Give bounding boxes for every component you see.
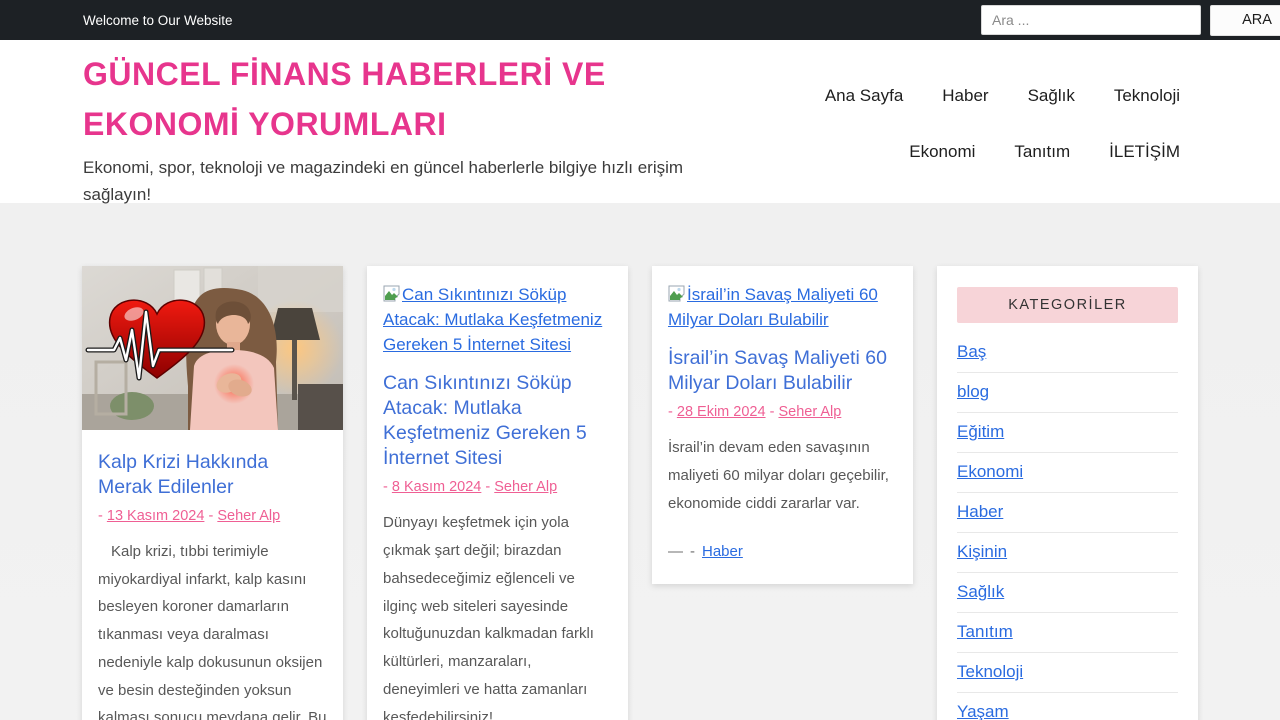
search-form: ARA: [981, 4, 1280, 36]
category-link[interactable]: Ekonomi: [957, 462, 1023, 481]
category-item: Teknoloji: [957, 653, 1178, 693]
meta-dash: -: [208, 507, 214, 524]
topbar: Welcome to Our Website ARA: [0, 0, 1280, 40]
post-meta: - 8 Kasım 2024 - Seher Alp: [383, 479, 612, 495]
welcome-text: Welcome to Our Website: [83, 12, 233, 28]
post-title-link[interactable]: Can Sıkıntınızı Söküp Atacak: Mutlaka Ke…: [383, 371, 612, 471]
search-input[interactable]: [981, 5, 1201, 35]
post-date-link[interactable]: 13 Kasım 2024: [107, 508, 205, 524]
nav-item[interactable]: Tanıtım: [1014, 142, 1070, 162]
post-excerpt: Kalp krizi, tıbbi terimiyle miyokardiyal…: [98, 542, 327, 720]
meta-dash: -: [668, 404, 673, 421]
category-link[interactable]: Haber: [957, 502, 1003, 521]
post-excerpt: Dünyayı keşfetmek için yola çıkmak şart …: [383, 514, 594, 720]
post-author-link[interactable]: Seher Alp: [494, 479, 557, 495]
category-item: Haber: [957, 493, 1178, 533]
post-excerpt: İsrail’in devam eden savaşının maliyeti …: [668, 439, 889, 512]
post-category-link[interactable]: Haber: [702, 543, 743, 560]
article-card-kalp-krizi: Kalp Krizi Hakkında Merak Edilenler - 13…: [82, 266, 343, 720]
category-link[interactable]: Baş: [957, 342, 986, 361]
footer-separator: -: [690, 543, 695, 561]
category-item: Yaşam: [957, 693, 1178, 720]
nav-item[interactable]: Ana Sayfa: [825, 86, 903, 106]
category-item: blog: [957, 373, 1178, 413]
post-author-link[interactable]: Seher Alp: [778, 404, 841, 420]
categories-widget-title: KATEGORİLER: [957, 287, 1178, 323]
site-title-line2: EKONOMİ YORUMLARI: [83, 105, 447, 142]
meta-dash: -: [485, 479, 491, 496]
category-item: Ekonomi: [957, 453, 1178, 493]
site-title-line1: GÜNCEL FİNANS HABERLERİ VE: [83, 56, 606, 92]
post-title-link[interactable]: Kalp Krizi Hakkında Merak Edilenler: [98, 450, 327, 500]
category-item: Tanıtım: [957, 613, 1178, 653]
category-item: Baş: [957, 333, 1178, 373]
site-header: GÜNCEL FİNANS HABERLERİ VE EKONOMİ YORUM…: [0, 40, 1280, 204]
nav-item[interactable]: Ekonomi: [909, 142, 975, 162]
category-link[interactable]: Eğitim: [957, 422, 1004, 441]
category-item: Sağlık: [957, 573, 1178, 613]
category-link[interactable]: Sağlık: [957, 582, 1004, 601]
article-photo-link[interactable]: [82, 266, 343, 430]
meta-dash: -: [383, 479, 388, 496]
nav-item[interactable]: Haber: [942, 86, 988, 106]
categories-list: Baş blog Eğitim Ekonomi Haber Kişinin Sağlık Ta…: [957, 333, 1178, 720]
post-date-link[interactable]: 8 Kasım 2024: [392, 479, 481, 495]
post-title-link[interactable]: İsrail’in Savaş Maliyeti 60 Milyar Dolar…: [668, 346, 897, 396]
sidebar: KATEGORİLER Baş blog Eğitim Ekonomi Haber Kiş…: [937, 266, 1198, 720]
broken-image-link[interactable]: Can Sıkıntınızı Söküp Atacak: Mutlaka Ke…: [383, 285, 602, 354]
footer-dash: —: [668, 543, 683, 561]
article-card-internet-siteleri: Can Sıkıntınızı Söküp Atacak: Mutlaka Ke…: [367, 266, 628, 720]
category-link[interactable]: blog: [957, 382, 989, 401]
meta-dash: -: [98, 507, 103, 524]
site-branding: GÜNCEL FİNANS HABERLERİ VE EKONOMİ YORUM…: [83, 40, 728, 204]
article-card-israil-savas: İsrail’in Savaş Maliyeti 60 Milyar Dolar…: [652, 266, 913, 585]
post-author-link[interactable]: Seher Alp: [217, 508, 280, 524]
site-title[interactable]: GÜNCEL FİNANS HABERLERİ VE EKONOMİ YORUM…: [83, 50, 728, 149]
main-nav: Ana Sayfa Haber Sağlık Teknoloji Ekonomi Tanı…: [788, 82, 1180, 162]
nav-item[interactable]: Teknoloji: [1114, 86, 1180, 106]
nav-item[interactable]: İLETİŞİM: [1109, 142, 1180, 162]
post-footer: — - Haber: [668, 543, 897, 560]
category-link[interactable]: Teknoloji: [957, 662, 1023, 681]
broken-image-link[interactable]: İsrail’in Savaş Maliyeti 60 Milyar Dolar…: [668, 285, 878, 329]
category-link[interactable]: Kişinin: [957, 542, 1007, 561]
broken-image-alt-text: Can Sıkıntınızı Söküp Atacak: Mutlaka Ke…: [383, 285, 603, 355]
meta-dash: -: [769, 404, 775, 421]
search-button[interactable]: ARA: [1210, 4, 1280, 36]
post-meta: - 28 Ekim 2024 - Seher Alp: [668, 404, 897, 420]
category-link[interactable]: Tanıtım: [957, 622, 1013, 641]
site-tagline: Ekonomi, spor, teknoloji ve magazindeki …: [83, 158, 684, 204]
post-date-link[interactable]: 28 Ekim 2024: [677, 404, 766, 420]
main-content: Kalp Krizi Hakkında Merak Edilenler - 13…: [0, 203, 1280, 720]
category-link[interactable]: Yaşam: [957, 702, 1009, 720]
broken-image-alt-text: İsrail’in Savaş Maliyeti 60 Milyar Dolar…: [668, 285, 878, 330]
broken-image-icon: [668, 285, 685, 302]
article-photo-heart-attack: [82, 266, 343, 430]
post-meta: - 13 Kasım 2024 - Seher Alp: [98, 508, 327, 524]
category-item: Kişinin: [957, 533, 1178, 573]
broken-image-icon: [383, 285, 400, 302]
category-item: Eğitim: [957, 413, 1178, 453]
nav-item[interactable]: Sağlık: [1028, 86, 1075, 106]
